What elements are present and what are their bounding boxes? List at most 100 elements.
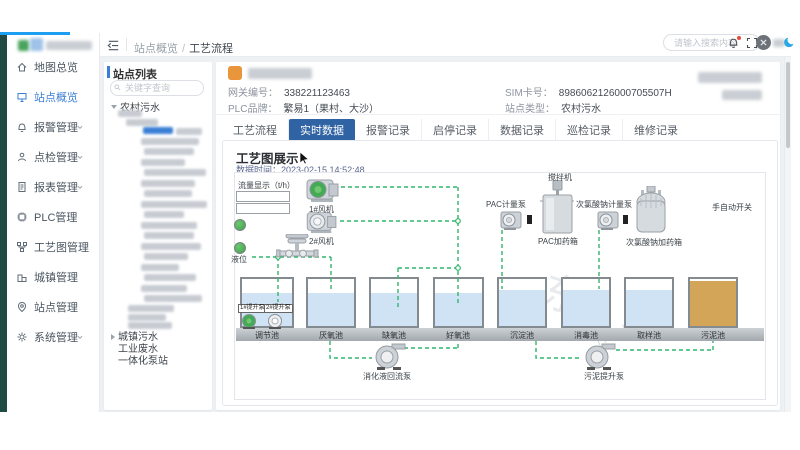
sidebar-item-station-overview[interactable]: 站点概览 (0, 82, 93, 112)
moon-theme-icon[interactable] (783, 36, 796, 49)
tree-item-redacted[interactable] (144, 190, 192, 197)
sidebar-item-label: 系统管理 (34, 329, 78, 345)
field-label: 网关编号： (228, 88, 278, 99)
tree-item-redacted[interactable] (141, 264, 179, 271)
field-plc-brand: PLC品牌：繁易1（果村、大沙） (228, 100, 379, 115)
caret-down-icon (111, 105, 117, 112)
detail-tabs: 工艺流程 实时数据 报警记录 启停记录 数据记录 巡检记录 维修记录 (222, 119, 689, 141)
notification-badge (737, 36, 741, 40)
tank-water (435, 293, 482, 326)
sludge-pump-label: 污泥提升泵 (584, 371, 624, 382)
tree-item-redacted[interactable] (141, 201, 207, 208)
flow-value-box-1 (236, 191, 290, 202)
pac-metering-pump (500, 209, 524, 231)
tank-sedimentation (497, 277, 547, 328)
station-keyword-search-input[interactable] (110, 80, 204, 96)
tree-item-redacted[interactable] (144, 232, 194, 239)
status-indicator-green-1 (234, 219, 246, 231)
sidebar-item-label: 地图总览 (34, 59, 78, 75)
sidebar-item-label: 站点管理 (34, 299, 78, 315)
sidebar-item-system-mgmt[interactable]: 系统管理 (0, 322, 93, 352)
loading-bar (0, 32, 70, 35)
tab-startstop-records[interactable]: 启停记录 (422, 119, 489, 141)
sidebar-fold-icon[interactable] (106, 38, 121, 53)
tank-water (499, 290, 545, 326)
reflux-pump-label: 消化液回流泵 (363, 371, 411, 382)
pump-coupling (527, 215, 532, 224)
tree-item-redacted[interactable] (128, 314, 166, 321)
tree-item-redacted[interactable] (144, 169, 206, 176)
tree-item-redacted[interactable] (141, 138, 199, 145)
app-window: 地图总览 站点概览 报警管理 点检管理 报表管理 PLC管理 工艺图管理 城镇管… (0, 0, 800, 450)
pac-tank-label: PAC加药箱 (538, 236, 578, 247)
tree-item-redacted[interactable] (176, 128, 202, 135)
caret-right-icon (111, 334, 115, 340)
avatar[interactable] (756, 35, 771, 50)
header-action-redacted-2 (722, 90, 762, 100)
station-name-redacted (248, 68, 312, 79)
tree-item-redacted[interactable] (118, 110, 142, 117)
tree-item-redacted[interactable] (128, 305, 174, 312)
sidebar-item-label: 工艺图管理 (34, 239, 89, 255)
field-label: SIM卡号： (505, 88, 553, 99)
tab-alarm-records[interactable]: 报警记录 (355, 119, 422, 141)
tree-item-redacted[interactable] (141, 180, 195, 187)
tree-node-integrated-pump-station[interactable]: 一体化泵站 (118, 352, 168, 367)
tree-item-redacted[interactable] (144, 295, 202, 302)
tree-item-redacted[interactable] (126, 119, 158, 126)
breadcrumb: 站点概览/工艺流程 (134, 40, 233, 56)
field-gateway-id: 网关编号：338221123463 (228, 84, 350, 99)
pac-pump-label: PAC计量泵 (486, 199, 526, 210)
tank-foundation-bar (236, 328, 764, 341)
device-icon (228, 66, 242, 80)
divider (216, 114, 780, 115)
tree-item-redacted[interactable] (141, 243, 201, 250)
tree-item-redacted[interactable] (144, 148, 194, 155)
tree-item-redacted[interactable] (141, 159, 185, 166)
avatar-x-icon (760, 39, 767, 46)
header-divider (126, 38, 127, 51)
tree-node-label: 一体化泵站 (118, 356, 168, 367)
logo-text-redacted (46, 41, 92, 50)
tree-item-redacted[interactable] (141, 285, 187, 292)
tank-aerobic (433, 277, 484, 328)
tank-label-disinfection: 消毒池 (574, 330, 598, 341)
tree-item-redacted[interactable] (144, 253, 188, 260)
sidebar-item-label: PLC管理 (34, 209, 77, 225)
sidebar-item-alarm-mgmt[interactable]: 报警管理 (0, 112, 93, 142)
tank-label-regulating: 调节池 (255, 330, 279, 341)
status-indicator-green-2 (234, 242, 246, 254)
sidebar-item-report-mgmt[interactable]: 报表管理 (0, 172, 93, 202)
naclo-dosing-tank (631, 186, 671, 234)
pump-coupling-2 (623, 215, 628, 224)
chevron-down-icon (75, 182, 85, 192)
field-sim-number: SIM卡号：8986062126000705507H (505, 84, 672, 99)
tree-item-redacted[interactable] (144, 211, 184, 218)
tree-item-redacted[interactable] (144, 274, 196, 281)
tab-inspection-records[interactable]: 巡检记录 (556, 119, 623, 141)
sidebar-item-process-diagram-mgmt[interactable]: 工艺图管理 (0, 232, 93, 262)
tank-label-anoxic: 缺氧池 (382, 330, 406, 341)
sidebar-item-label: 站点概览 (34, 89, 78, 105)
sidebar-item-station-mgmt[interactable]: 站点管理 (0, 292, 93, 322)
level-label: 液位 (231, 254, 247, 265)
breadcrumb-parent[interactable]: 站点概览 (134, 43, 178, 55)
sidebar-item-label: 报表管理 (34, 179, 78, 195)
chevron-down-icon (75, 332, 85, 342)
tab-repair-records[interactable]: 维修记录 (623, 119, 689, 141)
logo-mark-2 (30, 38, 43, 51)
sidebar-item-inspection-mgmt[interactable]: 点检管理 (0, 142, 93, 172)
tab-realtime-data[interactable]: 实时数据 (289, 119, 355, 141)
sludge-fill (690, 281, 736, 326)
tree-item-redacted[interactable] (143, 127, 173, 134)
sidebar-item-map-overview[interactable]: 地图总览 (0, 52, 93, 82)
tank-water (308, 293, 354, 326)
sidebar-item-plc-mgmt[interactable]: PLC管理 (0, 202, 93, 232)
tab-data-records[interactable]: 数据记录 (489, 119, 556, 141)
tree-item-redacted[interactable] (141, 222, 197, 229)
scrollbar-thumb[interactable] (786, 62, 790, 148)
breadcrumb-current: 工艺流程 (189, 43, 233, 55)
tab-process-flow[interactable]: 工艺流程 (222, 119, 289, 141)
pac-dosing-tank (540, 180, 574, 234)
sidebar-item-town-mgmt[interactable]: 城镇管理 (0, 262, 93, 292)
